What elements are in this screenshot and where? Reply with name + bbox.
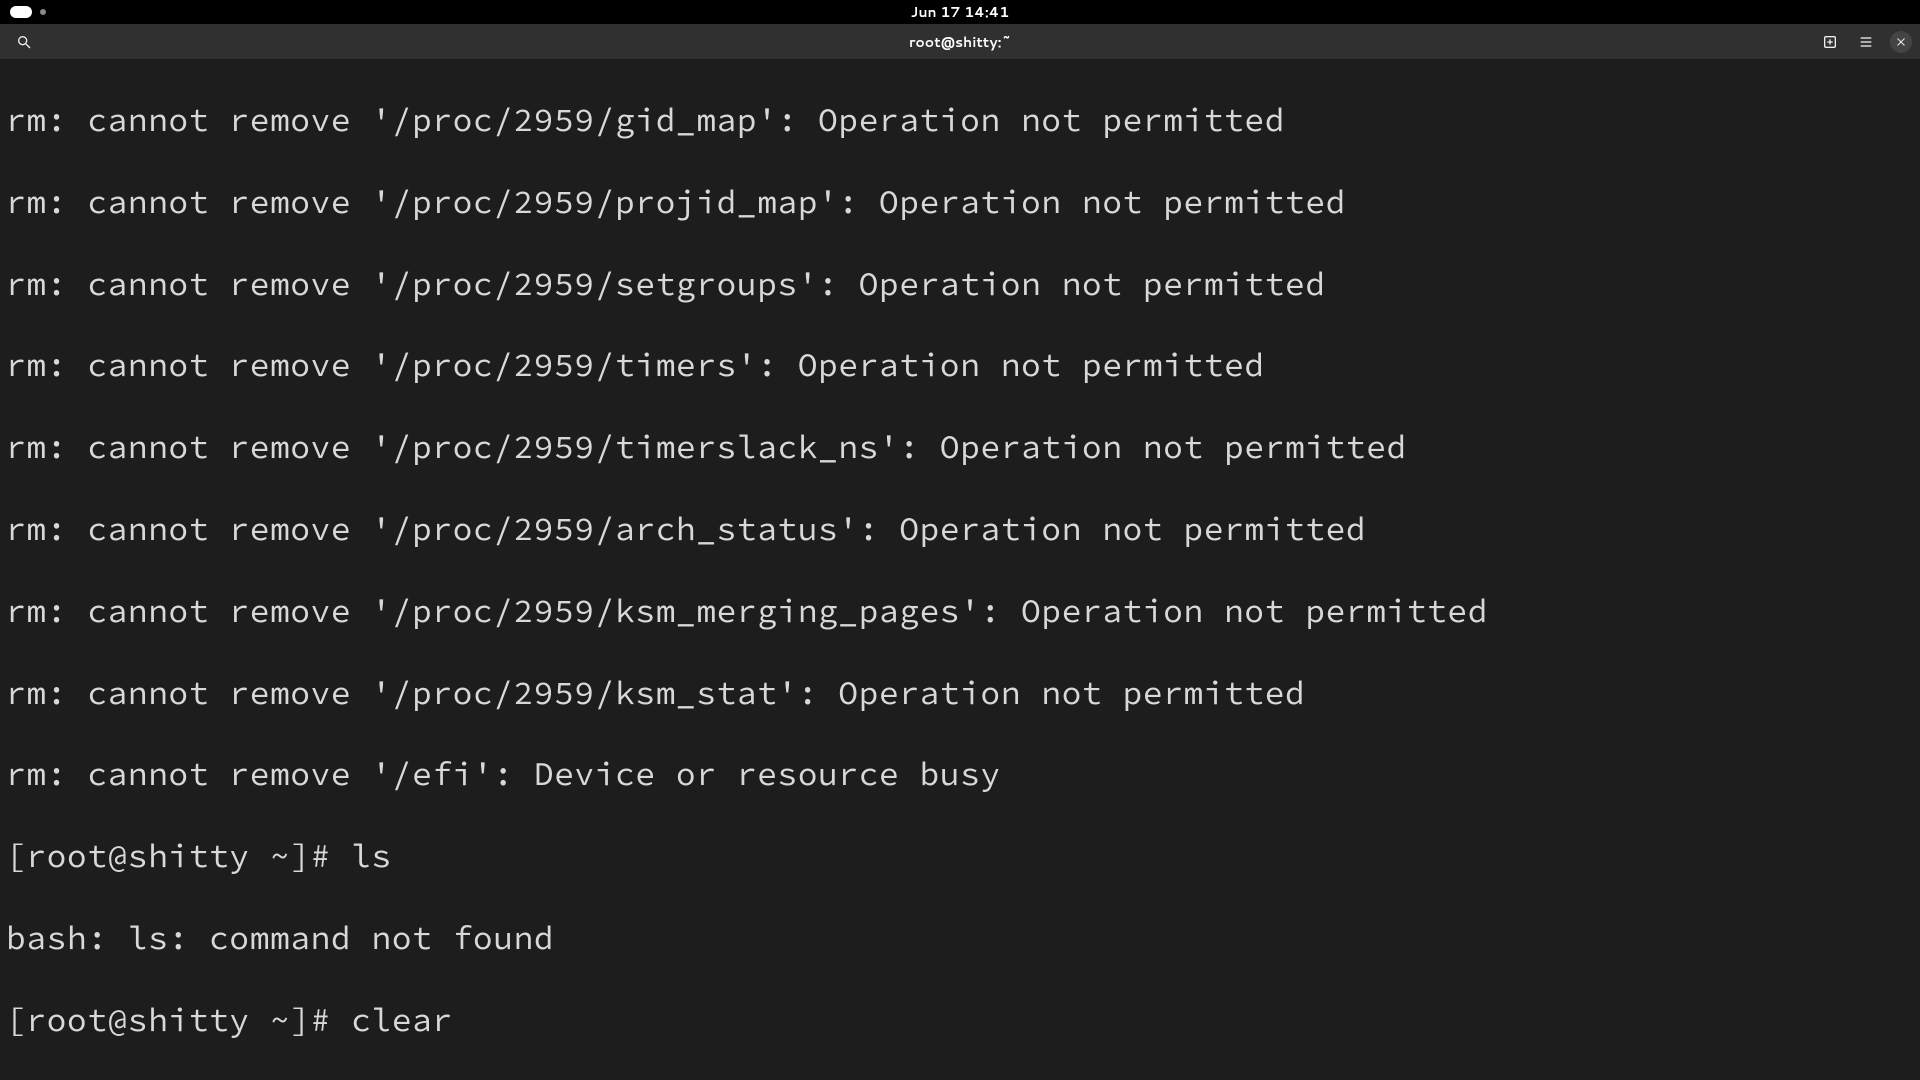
clock[interactable]: Jun 17 14:41 [911,2,1010,22]
search-icon [16,34,32,50]
terminal-line: rm: cannot remove '/proc/2959/timers': O… [6,346,1914,387]
workspace-dot-icon [40,9,46,15]
terminal-line: rm: cannot remove '/proc/2959/projid_map… [6,183,1914,224]
terminal-line: bash: ls: command not found [6,919,1914,960]
close-icon [1895,36,1907,48]
search-button[interactable] [12,30,36,54]
new-tab-button[interactable] [1818,30,1842,54]
terminal-line: rm: cannot remove '/proc/2959/ksm_stat':… [6,674,1914,715]
terminal-line: rm: cannot remove '/proc/2959/setgroups'… [6,265,1914,306]
terminal-line: [root@shitty ~]# ls [6,837,1914,878]
terminal-line: rm: cannot remove '/proc/2959/timerslack… [6,428,1914,469]
gnome-topbar: Jun 17 14:41 [0,0,1920,24]
terminal-line: rm: cannot remove '/efi': Device or reso… [6,755,1914,796]
close-button[interactable] [1890,31,1912,53]
terminal-line: rm: cannot remove '/proc/2959/arch_statu… [6,510,1914,551]
window-title: root@shitty:~ [909,32,1011,52]
terminal-line: rm: cannot remove '/proc/2959/gid_map': … [6,101,1914,142]
activities-area[interactable] [10,6,46,18]
terminal-output[interactable]: rm: cannot remove '/proc/2959/gid_map': … [0,60,1920,1080]
hamburger-icon [1858,34,1874,50]
activities-pill-icon [10,6,32,18]
window-titlebar: root@shitty:~ [0,24,1920,60]
menu-button[interactable] [1854,30,1878,54]
terminal-line: [root@shitty ~]# clear [6,1001,1914,1042]
new-tab-icon [1822,34,1838,50]
terminal-line: rm: cannot remove '/proc/2959/ksm_mergin… [6,592,1914,633]
